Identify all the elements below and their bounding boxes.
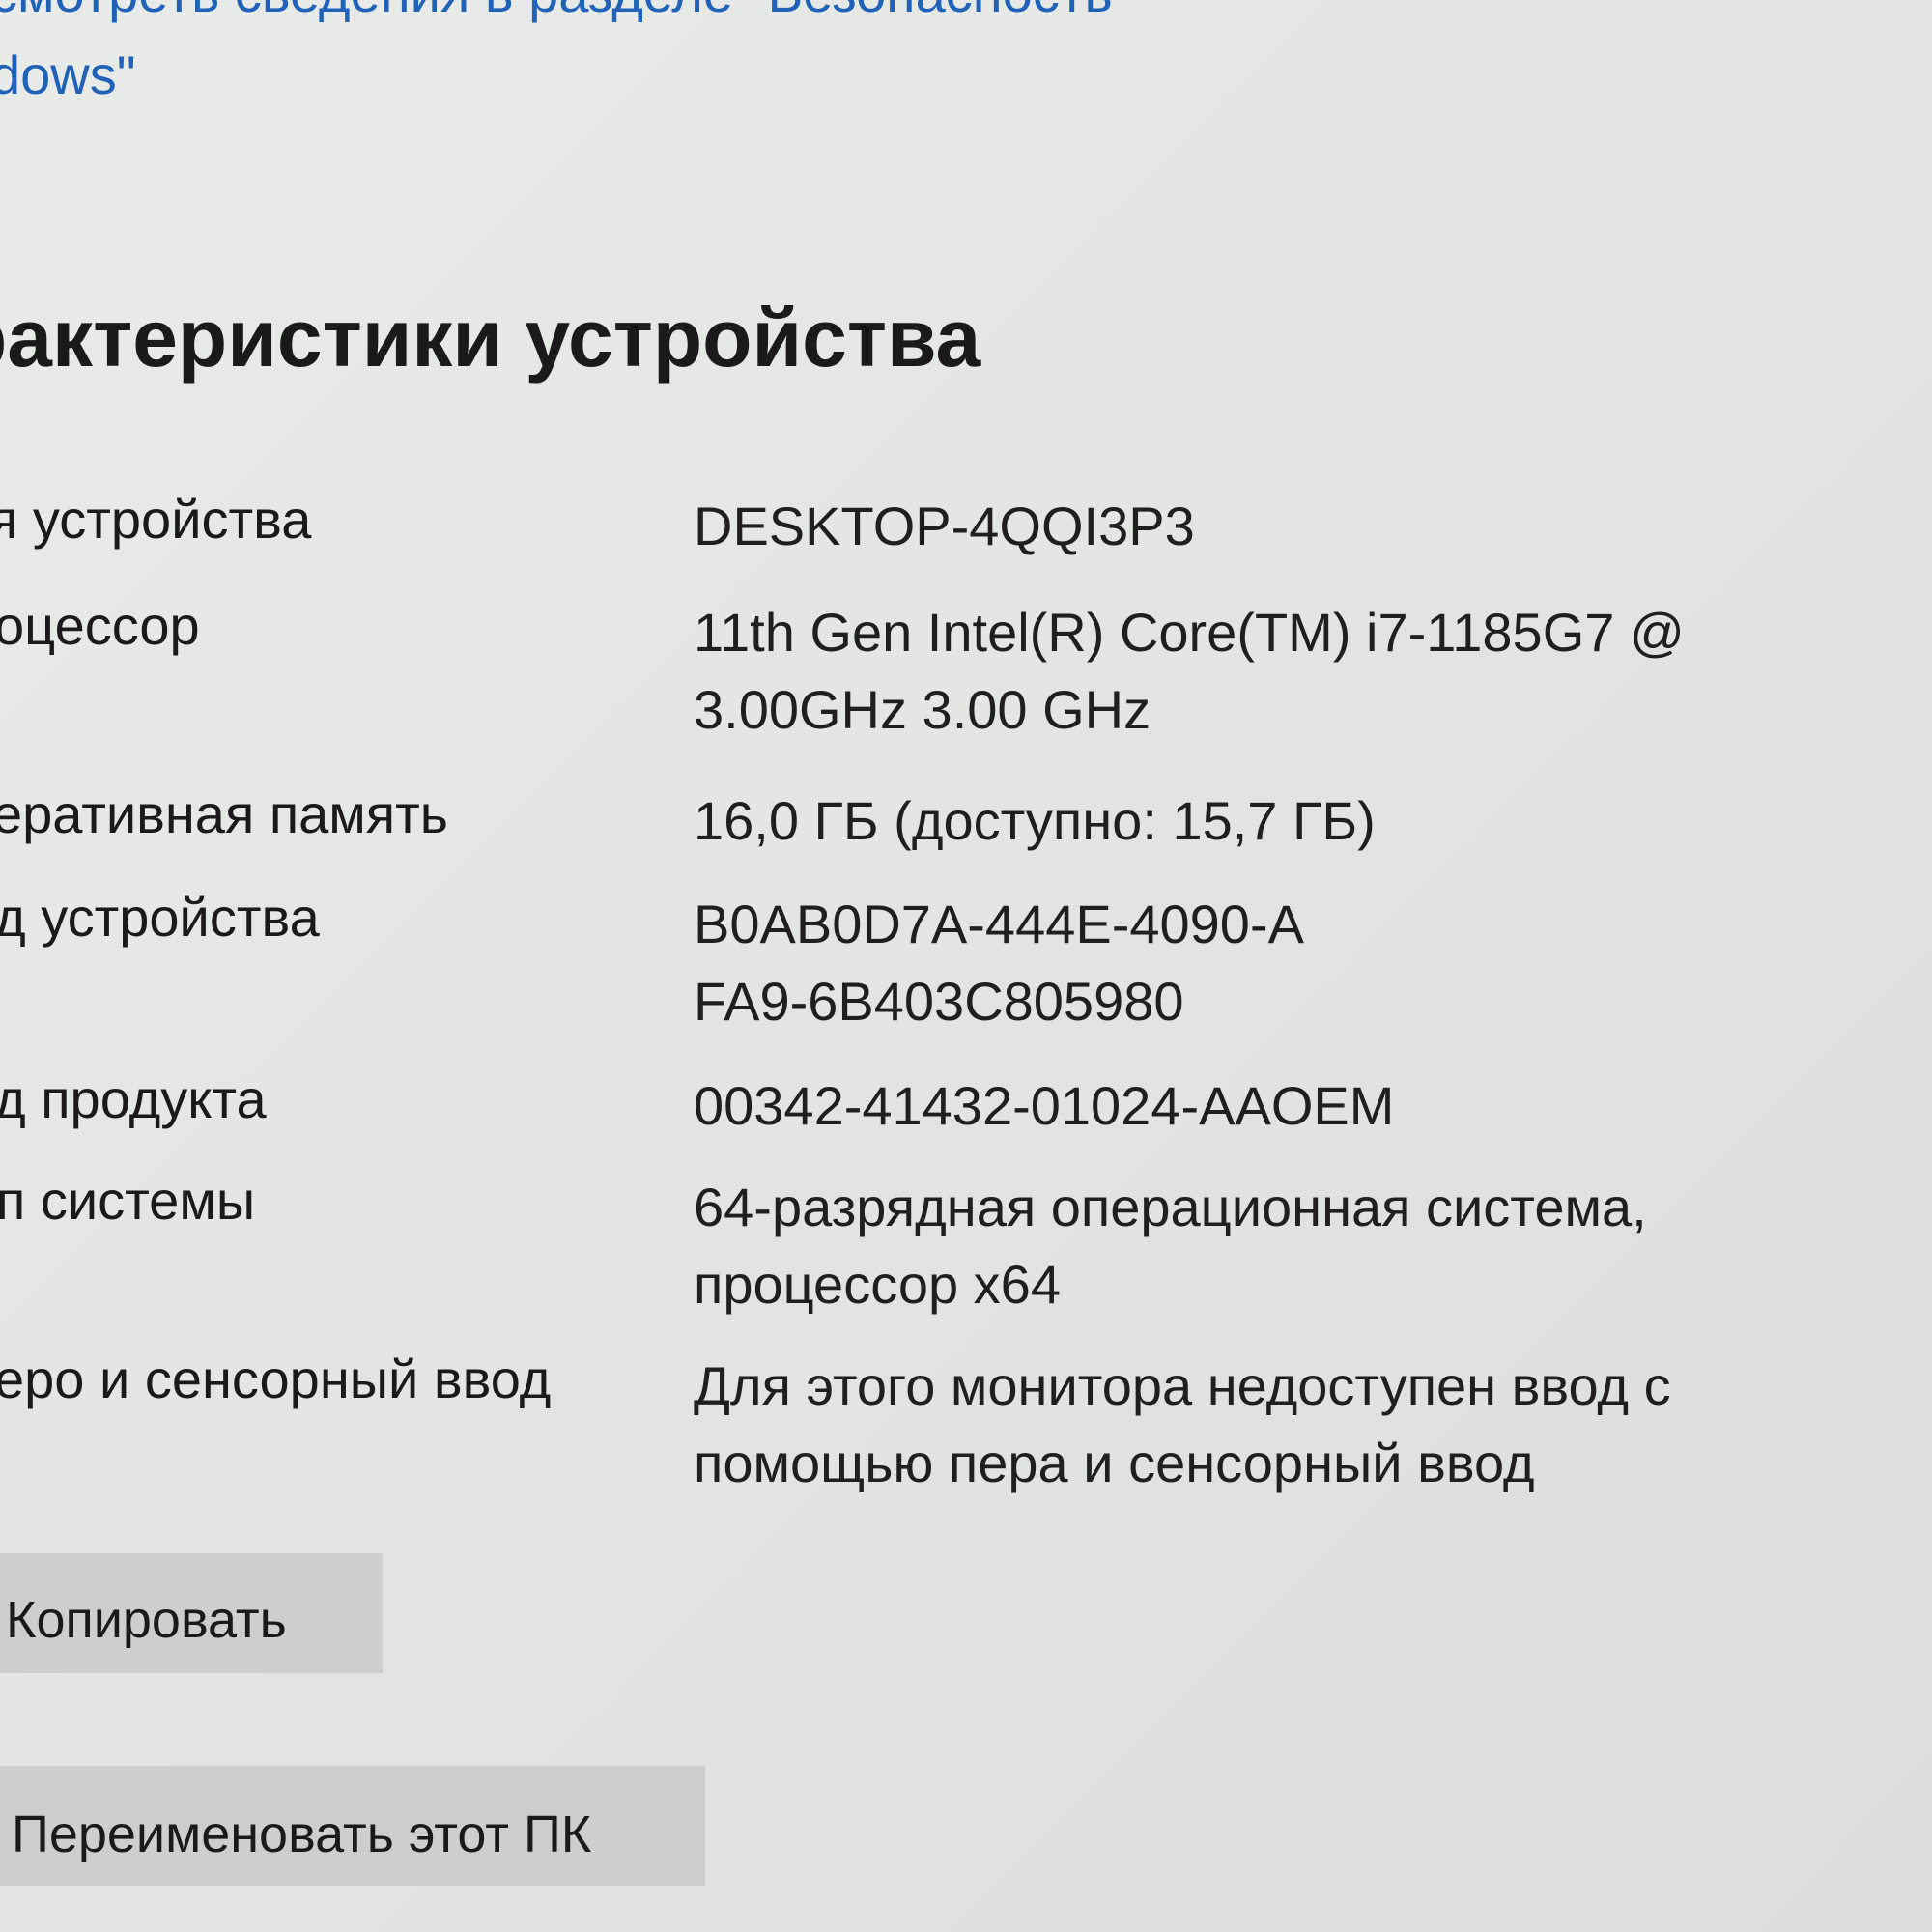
spec-label-ram: еративная память (0, 783, 448, 844)
rename-pc-button[interactable]: Переименовать этот ПК (0, 1766, 705, 1886)
spec-value-system-type: 64-разрядная операционная система, проце… (694, 1177, 1647, 1315)
settings-about-page: смотреть сведения в разделе "Безопасност… (0, 0, 1932, 1932)
spec-label-device-name: я устройства (0, 489, 312, 550)
spec-value-product-id: 00342-41432-01024-AAOEM (694, 1075, 1395, 1136)
security-link-line-2[interactable]: dows" (0, 43, 136, 106)
security-link-line-1[interactable]: смотреть сведения в разделе "Безопасност… (0, 0, 1113, 24)
spec-label-system-type: п системы (0, 1170, 256, 1231)
spec-label-pen-touch: еро и сенсорный ввод (0, 1349, 552, 1409)
device-specifications-title: рактеристики устройства (0, 293, 981, 384)
spec-label-processor: оцессор (0, 595, 200, 656)
spec-value-ram: 16,0 ГБ (доступно: 15,7 ГБ) (694, 790, 1376, 851)
spec-value-device-name: DESKTOP-4QQI3P3 (694, 496, 1195, 556)
copy-button[interactable]: Копировать (0, 1553, 383, 1673)
spec-value-device-id: B0AB0D7A-444E-4090-AFA9-6B403C805980 (694, 894, 1304, 1032)
spec-value-pen-touch: Для этого монитора недоступен ввод с пом… (694, 1355, 1671, 1493)
spec-label-device-id: д устройства (0, 887, 320, 948)
spec-value-processor: 11th Gen Intel(R) Core(TM) i7-1185G7 @ 3… (694, 602, 1685, 740)
spec-label-product-id: д продукта (0, 1068, 267, 1129)
